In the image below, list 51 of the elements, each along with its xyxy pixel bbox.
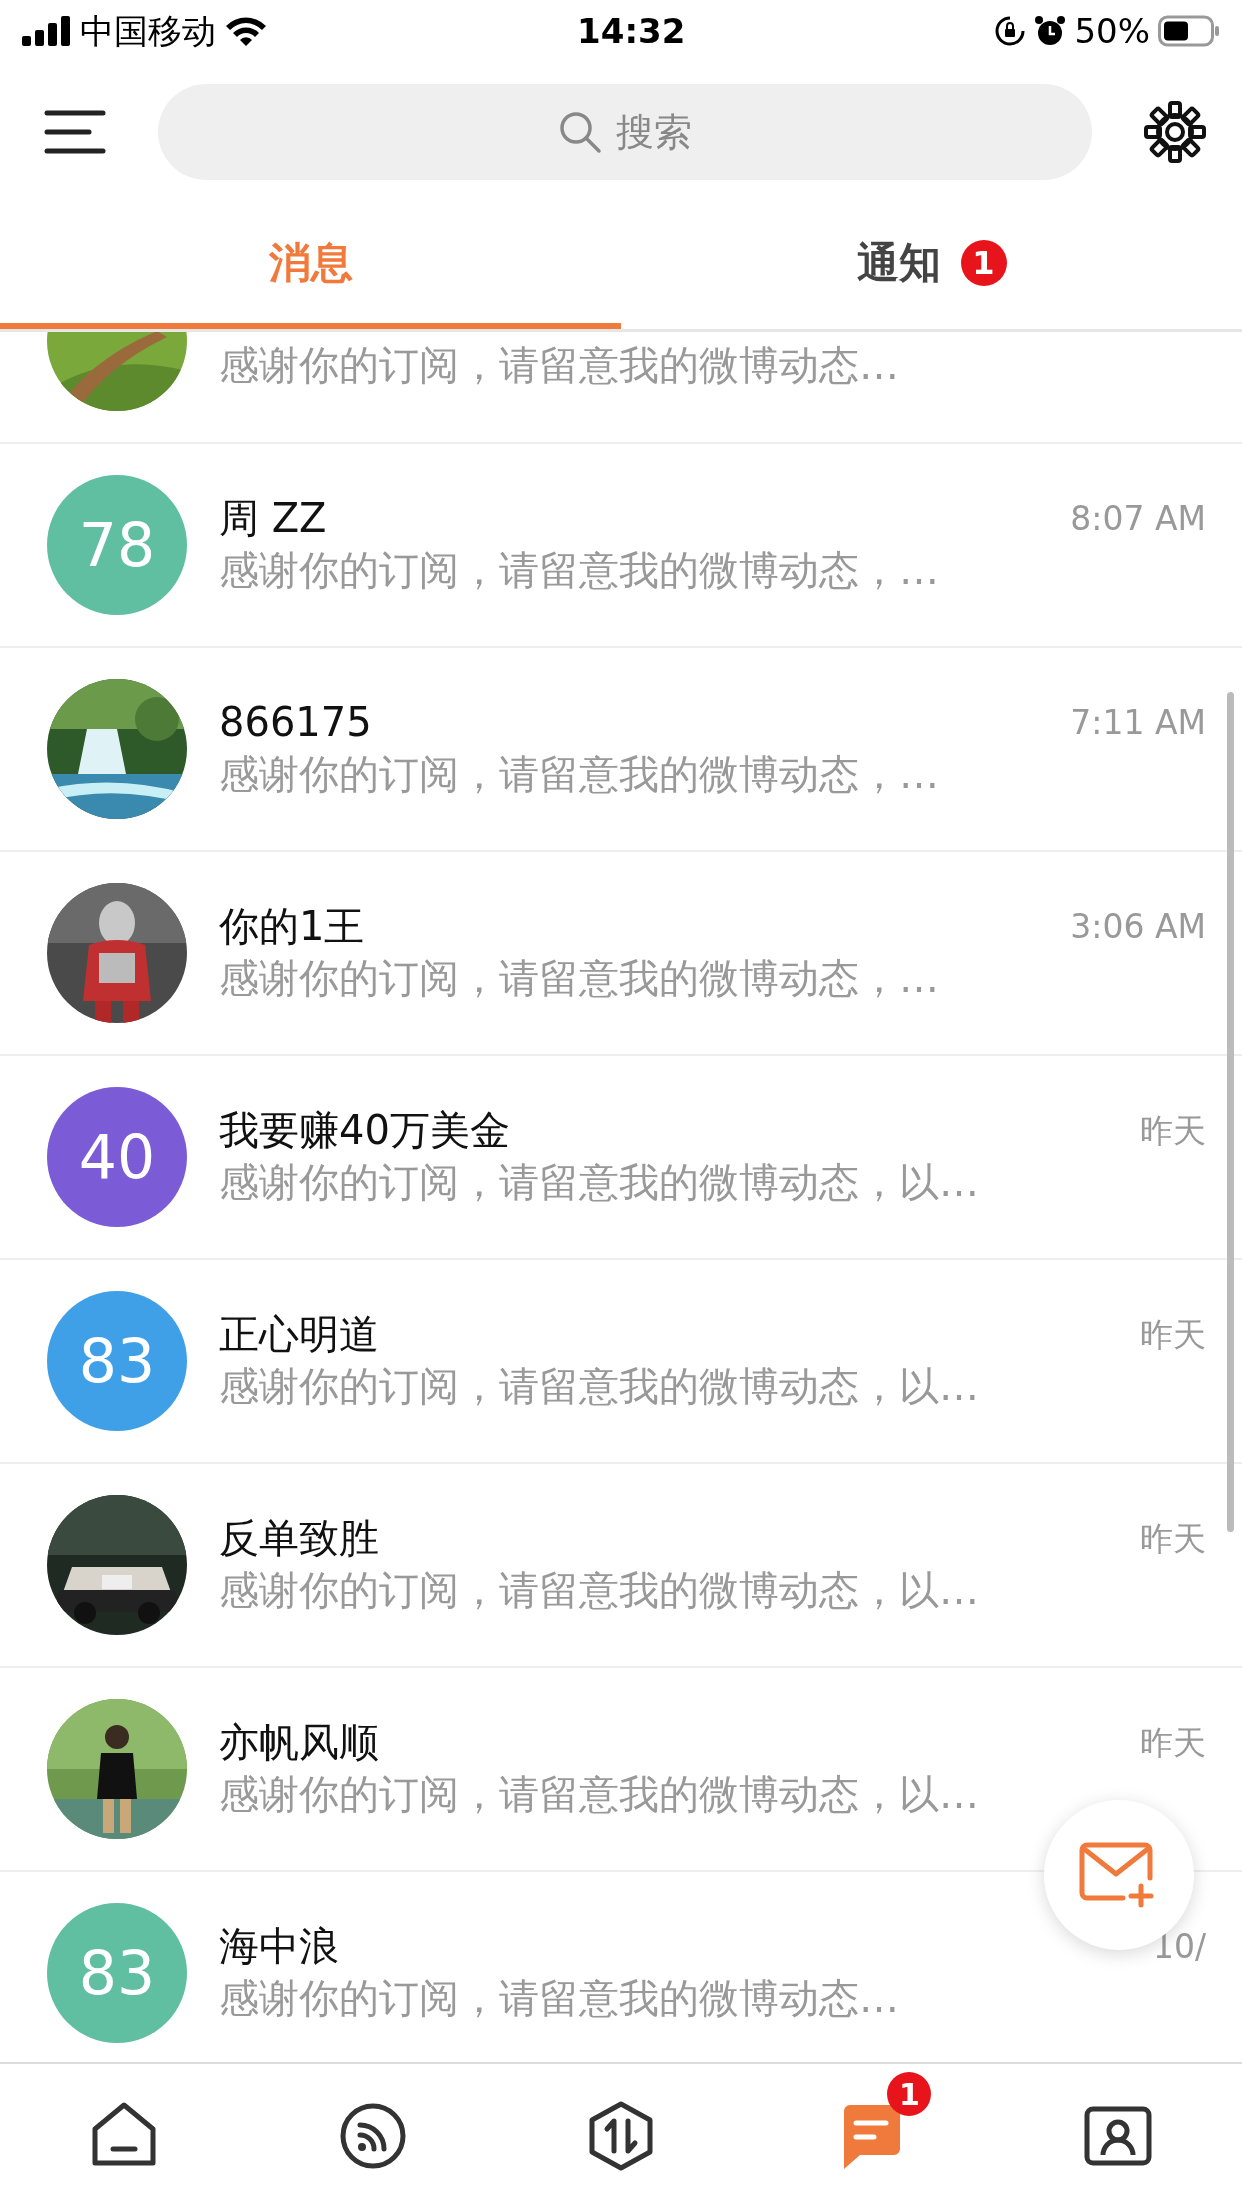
conversation-row[interactable]: 83 正心明道 昨天 感谢你的订阅，请留意我的微博动态，以…	[0, 1260, 1242, 1464]
message-time: 昨天	[1140, 1518, 1206, 1561]
conversation-row[interactable]: 866175 7:11 AM 感谢你的订阅，请留意我的微博动态，…	[0, 648, 1242, 852]
settings-icon[interactable]	[1144, 101, 1206, 163]
message-time: 3:06 AM	[1070, 906, 1206, 949]
battery-icon	[1158, 15, 1220, 47]
message-preview: 感谢你的订阅，请留意我的微博动态…	[219, 1973, 900, 2023]
search-icon	[558, 110, 602, 154]
rotation-lock-icon	[994, 15, 1027, 47]
message-preview: 感谢你的订阅，请留意我的微博动态，以…	[219, 1157, 980, 1207]
clock: 14:32	[577, 9, 686, 53]
message-time: 10/	[1152, 1926, 1206, 1969]
message-preview: 感谢你的订阅，请留意我的微博动态，…	[219, 749, 940, 799]
contact-name: 亦帆风顺	[219, 1718, 379, 1767]
conversation-row[interactable]: 78 周 ZZ 8:07 AM 感谢你的订阅，请留意我的微博动态，…	[0, 444, 1242, 648]
conversation-row[interactable]: 40 我要赚40万美金 昨天 感谢你的订阅，请留意我的微博动态，以…	[0, 1056, 1242, 1260]
message-time: 昨天	[1140, 1110, 1206, 1153]
message-preview: 感谢你的订阅，请留意我的微博动态，…	[219, 953, 940, 1003]
message-time: 7:11 AM	[1070, 702, 1206, 745]
avatar: 78	[47, 475, 187, 615]
contact-name: 海中浪	[219, 1922, 339, 1971]
contact-name: 我要赚40万美金	[219, 1106, 510, 1155]
tab[interactable]: 通知 1	[621, 202, 1242, 329]
wifi-icon	[224, 15, 268, 47]
menu-icon[interactable]	[44, 109, 106, 155]
contact-name: 正心明道	[219, 1310, 379, 1359]
message-preview: 感谢你的订阅，请留意我的微博动态，以…	[219, 1565, 980, 1615]
nav-tab[interactable]: 1	[745, 2064, 994, 2208]
conversation-row[interactable]: 你的1王 3:06 AM 感谢你的订阅，请留意我的微博动态，…	[0, 852, 1242, 1056]
contact-name: 你的1王	[219, 902, 365, 951]
message-time: 昨天	[1140, 1722, 1206, 1765]
contact-name: 反单致胜	[219, 1514, 379, 1563]
avatar: 83	[47, 1903, 187, 2043]
message-preview: 感谢你的订阅，请留意我的微博动态，以…	[219, 1769, 980, 1819]
notification-badge: 1	[887, 2072, 932, 2116]
alarm-icon	[1034, 15, 1067, 47]
search-placeholder: 搜索	[616, 108, 692, 156]
battery-percent: 50%	[1074, 9, 1150, 53]
signal-icon	[22, 16, 72, 46]
message-time: 昨天	[1140, 1314, 1206, 1357]
avatar: 40	[47, 1087, 187, 1227]
message-preview: 感谢你的订阅，请留意我的微博动态，…	[219, 545, 940, 595]
notification-badge: 1	[960, 239, 1007, 286]
contact-name: 周 ZZ	[219, 494, 327, 543]
contact-name: 866175	[219, 698, 372, 747]
conversation-row[interactable]: 反单致胜 昨天 感谢你的订阅，请留意我的微博动态，以…	[0, 1464, 1242, 1668]
avatar: 83	[47, 1291, 187, 1431]
message-preview: 感谢你的订阅，请留意我的微博动态，以…	[219, 1361, 980, 1411]
message-preview: 感谢你的订阅，请留意我的微博动态…	[219, 341, 900, 390]
message-time: 8:07 AM	[1070, 498, 1206, 541]
carrier-name: 中国移动	[80, 9, 216, 53]
